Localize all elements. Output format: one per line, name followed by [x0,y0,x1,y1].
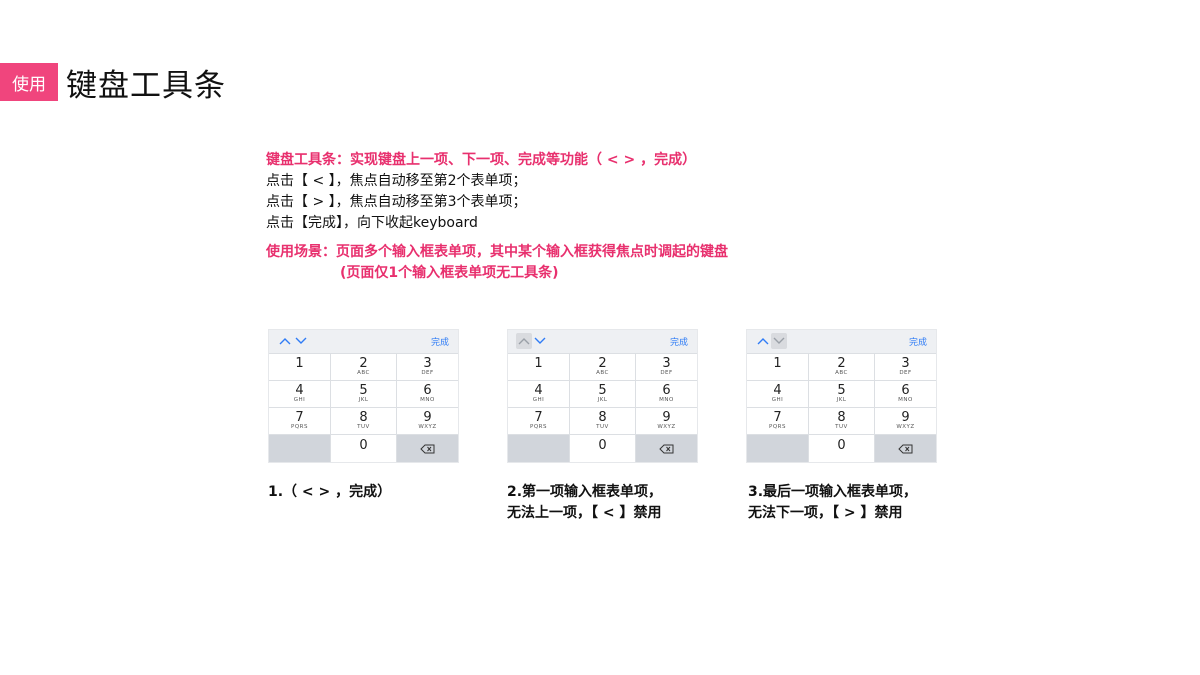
key-0[interactable]: 0 [809,435,875,462]
key-blank [269,435,331,462]
key-0[interactable]: 0 [570,435,636,462]
key-8[interactable]: 8 TUV [809,408,875,435]
delete-key[interactable] [636,435,697,462]
chevron-up-icon [516,333,532,349]
done-button[interactable]: 完成 [670,335,688,348]
key-0[interactable]: 0 [331,435,397,462]
description: 键盘工具条：实现键盘上一项、下一项、完成等功能（ < > ，完成） 点击【 < … [266,150,728,284]
caption-line: 3.最后一项输入框表单项， [748,484,918,500]
keyboard-toolbar: 完成 [747,330,936,354]
key-9[interactable]: 9 WXYZ [875,408,936,435]
keyboard-example-2: 完成 1 2 ABC 3 DEF 4 GHI 5 JKL 6 MNO 7 PQRS 8 TUV… [507,329,698,463]
key-4[interactable]: 4 GHI [508,381,570,408]
key-8[interactable]: 8 TUV [570,408,636,435]
key-blank [747,435,809,462]
key-3[interactable]: 3 DEF [636,354,697,381]
scenario-note: (页面仅1个输入框表单项无工具条) [340,265,559,281]
description-line: 点击【完成】，向下收起keyboard [266,215,478,231]
caption-1: 1.（ < > ，完成） [268,482,391,503]
scenario-text: 使用场景：页面多个输入框表单项，其中某个输入框获得焦点时调起的键盘 [266,244,728,260]
key-6[interactable]: 6 MNO [636,381,697,408]
key-3[interactable]: 3 DEF [875,354,936,381]
caption-line: 无法下一项，【 > 】禁用 [748,505,903,521]
done-button[interactable]: 完成 [431,335,449,348]
description-line: 点击【 < 】，焦点自动移至第2个表单项； [266,173,527,189]
backspace-icon [897,444,912,453]
chevron-up-icon[interactable] [755,333,771,349]
key-2[interactable]: 2 ABC [570,354,636,381]
key-8[interactable]: 8 TUV [331,408,397,435]
page-title: 键盘工具条 [66,68,226,104]
chevron-down-icon [771,333,787,349]
key-2[interactable]: 2 ABC [809,354,875,381]
key-6[interactable]: 6 MNO [397,381,458,408]
backspace-icon [419,444,434,453]
key-6[interactable]: 6 MNO [875,381,936,408]
caption-3: 3.最后一项输入框表单项， 无法下一项，【 > 】禁用 [748,482,917,524]
keypad: 1 2 ABC 3 DEF 4 GHI 5 JKL 6 MNO 7 PQRS 8 TUV 9W… [269,354,458,462]
key-1[interactable]: 1 [508,354,570,381]
done-button[interactable]: 完成 [909,335,927,348]
key-9[interactable]: 9 WXYZ [397,408,458,435]
chevron-down-icon[interactable] [532,333,548,349]
delete-key[interactable] [397,435,458,462]
chevron-down-icon[interactable] [293,333,309,349]
caption-line: 1.（ < > ，完成） [268,484,392,500]
key-9[interactable]: 9 WXYZ [636,408,697,435]
backspace-icon [658,444,673,453]
section-tag: 使用 [0,63,58,101]
description-heading: 键盘工具条：实现键盘上一项、下一项、完成等功能（ < > ，完成） [266,152,697,168]
key-1[interactable]: 1 [747,354,809,381]
key-2[interactable]: 2 ABC [331,354,397,381]
key-3[interactable]: 3 DEF [397,354,458,381]
key-7[interactable]: 7 PQRS [747,408,809,435]
key-1[interactable]: 1 [269,354,331,381]
key-7[interactable]: 7 PQRS [508,408,570,435]
keyboard-toolbar: 完成 [508,330,697,354]
key-5[interactable]: 5 JKL [809,381,875,408]
caption-2: 2.第一项输入框表单项， 无法上一项，【 < 】禁用 [507,482,662,524]
description-line: 点击【 > 】，焦点自动移至第3个表单项； [266,194,527,210]
keyboard-toolbar: 完成 [269,330,458,354]
keypad: 1 2 ABC 3 DEF 4 GHI 5 JKL 6 MNO 7 PQRS 8 TUV 9W… [747,354,936,462]
key-5[interactable]: 5 JKL [331,381,397,408]
keyboard-example-1: 完成 1 2 ABC 3 DEF 4 GHI 5 JKL 6 MNO 7 PQRS 8 TUV… [268,329,459,463]
key-4[interactable]: 4 GHI [269,381,331,408]
key-blank [508,435,570,462]
delete-key[interactable] [875,435,936,462]
key-7[interactable]: 7 PQRS [269,408,331,435]
key-5[interactable]: 5 JKL [570,381,636,408]
chevron-up-icon[interactable] [277,333,293,349]
caption-line: 无法上一项，【 < 】禁用 [507,505,662,521]
keyboard-example-3: 完成 1 2 ABC 3 DEF 4 GHI 5 JKL 6 MNO 7 PQRS 8 TUV… [746,329,937,463]
keypad: 1 2 ABC 3 DEF 4 GHI 5 JKL 6 MNO 7 PQRS 8 TUV 9W… [508,354,697,462]
key-4[interactable]: 4 GHI [747,381,809,408]
caption-line: 2.第一项输入框表单项， [507,484,663,500]
